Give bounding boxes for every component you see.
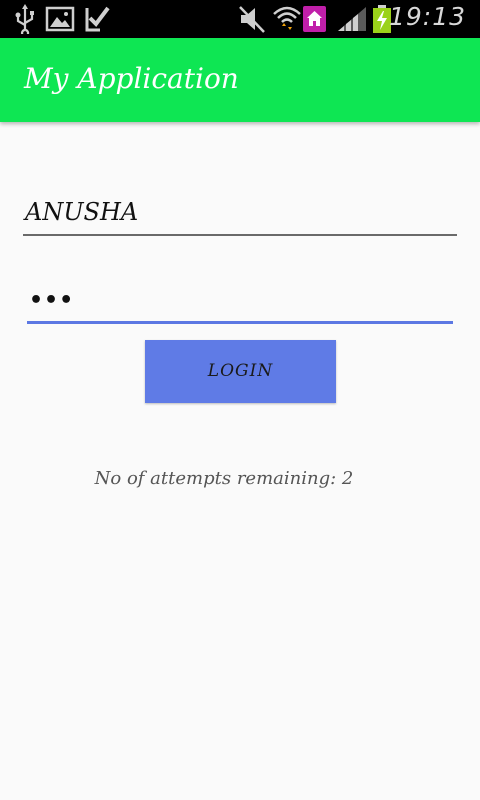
app-bar: My Application [0, 38, 480, 122]
signal-icon [338, 7, 366, 31]
clock: 19:13 [388, 2, 466, 31]
app-title: My Application [24, 62, 239, 95]
username-field[interactable]: ANUSHA [23, 188, 457, 236]
status-bar: 19:13 [0, 0, 480, 38]
screen: 19:13 My Application ANUSHA ••• LOGIN No… [0, 0, 480, 800]
wifi-icon [273, 6, 301, 30]
home-notification-icon [303, 6, 326, 32]
username-value: ANUSHA [25, 198, 139, 226]
attempts-remaining-text: No of attempts remaining: 2 [94, 468, 354, 489]
password-value: ••• [29, 288, 75, 313]
password-field[interactable]: ••• [27, 275, 453, 324]
download-done-icon [85, 6, 110, 32]
mute-icon [239, 6, 265, 33]
usb-icon [15, 4, 34, 34]
gallery-icon [45, 6, 75, 32]
login-button[interactable]: LOGIN [145, 340, 336, 403]
